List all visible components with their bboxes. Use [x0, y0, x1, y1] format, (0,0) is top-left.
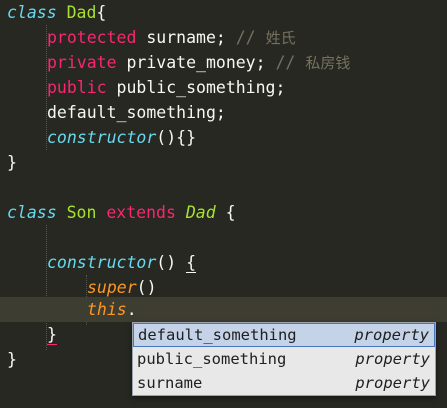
autocomplete-label: public_something	[137, 350, 287, 368]
comment-slashes: //	[265, 53, 306, 72]
code-line: }	[0, 150, 447, 175]
super-call-parens: ()	[136, 278, 157, 297]
surname-declaration: surname;	[136, 28, 226, 47]
class-keyword: class	[7, 203, 57, 222]
private-money-declaration: private_money;	[116, 53, 266, 72]
autocomplete-item[interactable]: surname property	[133, 371, 435, 395]
autocomplete-kind: property	[355, 350, 430, 368]
class-keyword: class	[7, 3, 57, 22]
super-keyword: super	[87, 278, 137, 297]
constructor-keyword: constructor	[47, 253, 157, 272]
close-brace: }	[7, 350, 17, 369]
code-line: constructor(){}	[0, 125, 447, 150]
code-line: class Son extends Dad {	[0, 200, 447, 225]
matched-open-brace: {	[186, 253, 197, 273]
code-line: public public_something;	[0, 75, 447, 100]
this-keyword: this	[87, 300, 127, 319]
open-brace: {	[225, 203, 236, 222]
open-brace: {	[96, 3, 107, 22]
public-something-declaration: public_something;	[106, 78, 286, 97]
code-line: protected surname; // 姓氏	[0, 25, 447, 50]
code-line: class Dad{	[0, 0, 447, 25]
private-keyword: private	[47, 53, 117, 72]
constructor-keyword: constructor	[47, 128, 157, 147]
parent-class-name: Dad	[185, 203, 216, 222]
current-code-line: this.	[0, 297, 447, 322]
comment-text: 私房钱	[305, 54, 351, 72]
class-name-dad: Dad	[66, 3, 97, 22]
autocomplete-item[interactable]: default_something property	[133, 323, 435, 347]
code-line: private private_money; // 私房钱	[0, 50, 447, 75]
member-access-dot: .	[126, 300, 137, 319]
autocomplete-kind: property	[354, 326, 429, 344]
autocomplete-item[interactable]: public_something property	[133, 347, 435, 371]
extends-keyword: extends	[106, 203, 176, 222]
autocomplete-popup: default_something property public_someth…	[132, 322, 436, 396]
code-editor[interactable]: class Dad{ protected surname; // 姓氏 priv…	[0, 0, 447, 408]
autocomplete-kind: property	[355, 374, 430, 392]
comment-text: 姓氏	[265, 29, 296, 47]
constructor-parens: ()	[156, 253, 187, 272]
close-brace: }	[7, 153, 17, 172]
public-keyword: public	[47, 78, 107, 97]
default-something-declaration: default_something;	[47, 103, 226, 122]
autocomplete-label: default_something	[138, 326, 297, 344]
code-line: default_something;	[0, 100, 447, 125]
code-line: constructor() {	[0, 250, 447, 275]
matched-close-brace: }	[47, 325, 57, 345]
protected-keyword: protected	[47, 28, 137, 47]
constructor-body: (){}	[156, 128, 197, 147]
class-name-son: Son	[66, 203, 97, 222]
autocomplete-label: surname	[137, 374, 203, 392]
comment-slashes: //	[225, 28, 266, 47]
